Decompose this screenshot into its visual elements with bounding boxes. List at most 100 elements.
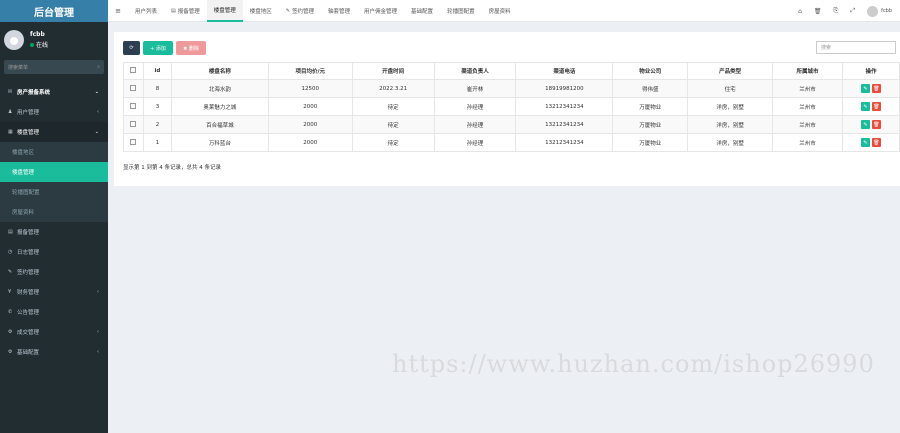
notice-icon: ✆: [8, 309, 13, 315]
table-cell: 2000: [267, 97, 353, 116]
table-cell: 12500: [267, 79, 353, 98]
tab[interactable]: 楼盘地区: [243, 0, 279, 22]
sidebar-item[interactable]: ⚙ 成交管理 ‹: [0, 322, 108, 342]
tab-label: 楼盘地区: [249, 8, 272, 15]
sidebar-item-label: 日志管理: [17, 250, 40, 256]
delete-icon[interactable]: 🗑: [871, 84, 881, 93]
user-icon: ♟: [8, 109, 13, 115]
sidebar-item-label: 公告管理: [17, 310, 40, 316]
table-cell: 2: [142, 115, 172, 134]
table-cell: 孙经理: [433, 97, 517, 116]
fullscreen-icon[interactable]: ⤢: [850, 7, 855, 15]
delete-icon[interactable]: 🗑: [871, 120, 881, 129]
tab[interactable]: 用户列表: [128, 0, 164, 22]
gear-icon: ⚙: [8, 349, 13, 355]
sidebar-item[interactable]: ◷ 日志管理: [0, 242, 108, 262]
sidebar-item[interactable]: ✎ 签约管理: [0, 262, 108, 282]
delete-icon[interactable]: 🗑: [871, 102, 881, 111]
table-cell: 待定: [351, 133, 435, 152]
sidebar-item-label: 楼盘地区: [12, 150, 35, 156]
table-cell: 13212341234: [515, 115, 614, 134]
sidebar-item[interactable]: ✆ 公告管理: [0, 302, 108, 322]
top-user-menu[interactable]: fcbb: [867, 5, 892, 17]
table-cell: 得伟盛: [612, 79, 689, 98]
table-cell: 崔开林: [433, 79, 517, 98]
edit-icon[interactable]: ✎: [860, 138, 870, 147]
select-all-checkbox[interactable]: [123, 62, 144, 80]
table-cell: 万厦物业: [612, 97, 689, 116]
sidebar-subitem[interactable]: 房屋资料: [0, 202, 108, 222]
chevron-icon: ‹: [97, 289, 99, 295]
refresh-icon[interactable]: ⎘: [834, 7, 839, 15]
tab-label: 房屋资料: [488, 8, 511, 15]
menu-toggle-icon[interactable]: ≡: [108, 7, 128, 15]
online-dot-icon: [30, 42, 34, 47]
menu-search-input[interactable]: 搜索菜单 ⌕: [4, 60, 104, 74]
sidebar-item[interactable]: ⚙ 基础配置 ‹: [0, 342, 108, 362]
delete-icon[interactable]: 🗑: [871, 138, 881, 147]
sidebar-item-label: 用户管理: [17, 110, 40, 116]
sidebar-item[interactable]: ▤ 报备管理: [0, 222, 108, 242]
tab-label: 基础配置: [411, 8, 434, 15]
money-icon: ¥: [8, 289, 12, 295]
table-cell: 百合福草城: [170, 115, 269, 134]
column-header: 开盘时间: [351, 62, 435, 80]
user-name: fcbb: [30, 31, 45, 38]
sidebar-item-label: 楼盘管理: [12, 170, 35, 176]
table-cell: 待定: [351, 115, 435, 134]
top-avatar: [867, 5, 879, 17]
row-checkbox[interactable]: [123, 133, 144, 152]
sidebar-subitem[interactable]: 楼盘地区: [0, 142, 108, 162]
pagination-info: 显示第 1 到第 4 条记录，总共 4 条记录: [123, 165, 221, 171]
table-cell: 兰州市: [772, 97, 843, 116]
brand-title[interactable]: 后台管理: [0, 0, 108, 22]
watermark: https://www.huzhan.com/ishop26990: [392, 350, 875, 378]
sidebar-item[interactable]: ✉ 房产报备系统 ⌄: [0, 82, 108, 102]
delete-button[interactable]: ✖ 删除: [176, 41, 206, 55]
tab[interactable]: ▤ 报备管理: [164, 0, 207, 22]
row-checkbox[interactable]: [123, 79, 144, 98]
table-cell: 兰州市: [772, 115, 843, 134]
table-cell: 北海水韵: [170, 79, 269, 98]
tab[interactable]: ✎ 签约管理: [279, 0, 321, 22]
tab[interactable]: 轮播图配置: [440, 0, 482, 22]
search-icon[interactable]: ⌕: [97, 64, 100, 70]
row-checkbox[interactable]: [123, 115, 144, 134]
table-cell: 18919981200: [515, 79, 614, 98]
edit-icon[interactable]: ✎: [860, 102, 870, 111]
tab[interactable]: 轴套管理: [321, 0, 357, 22]
table-row: 2 百合福草城 2000 待定 孙经理 13212341234 万厦物业 洋房，别墅 兰州市 ✎ 🗑: [123, 115, 900, 134]
sidebar-item[interactable]: ♟ 用户管理 ‹: [0, 102, 108, 122]
sidebar-subitem[interactable]: 楼盘管理: [0, 162, 108, 182]
tab[interactable]: 用户佣金管理: [357, 0, 404, 22]
edit-icon[interactable]: ✎: [860, 84, 870, 93]
sidebar-subitem[interactable]: 轮播图配置: [0, 182, 108, 202]
row-actions: ✎ 🗑: [841, 97, 900, 116]
add-button[interactable]: + 添加: [143, 41, 173, 55]
tab[interactable]: 楼盘管理: [206, 0, 243, 22]
content-panel: ⟳ + 添加 ✖ 删除 搜索 id 楼盘名称 项目均价/元 开盘时间 渠道负责人 渠道电话…: [114, 32, 900, 186]
home-icon[interactable]: ⌂: [798, 8, 802, 15]
table-cell: 奥莱魅力之城: [170, 97, 269, 116]
edit-icon[interactable]: ✎: [860, 120, 870, 129]
user-status-label: 在线: [36, 42, 49, 49]
column-header: 物业公司: [612, 62, 689, 80]
tab[interactable]: 基础配置: [404, 0, 440, 22]
sidebar-item[interactable]: ▦ 楼盘管理 ⌄: [0, 122, 108, 142]
chevron-icon: ⌄: [94, 129, 99, 135]
table-cell: 2000: [267, 115, 353, 134]
sidebar-item[interactable]: ¥ 财务管理 ‹: [0, 282, 108, 302]
table-row: 8 北海水韵 12500 2022.3.21 崔开林 18919981200 得伟盛 住宅 兰州…: [123, 79, 900, 98]
tab[interactable]: 房屋资料: [482, 0, 518, 22]
refresh-button[interactable]: ⟳: [123, 41, 140, 55]
top-user-name: fcbb: [881, 8, 892, 14]
tab-icon: ▤: [171, 7, 176, 14]
table-search-input[interactable]: 搜索: [816, 41, 896, 54]
user-panel: fcbb 在线: [0, 25, 108, 55]
sidebar-item-label: 财务管理: [17, 290, 40, 296]
row-checkbox[interactable]: [123, 97, 144, 116]
trash-icon[interactable]: 🗑: [814, 8, 822, 15]
chevron-icon: ‹: [97, 329, 99, 335]
table-cell: 万厦物业: [612, 133, 689, 152]
sidebar-item-label: 房屋资料: [12, 210, 35, 216]
